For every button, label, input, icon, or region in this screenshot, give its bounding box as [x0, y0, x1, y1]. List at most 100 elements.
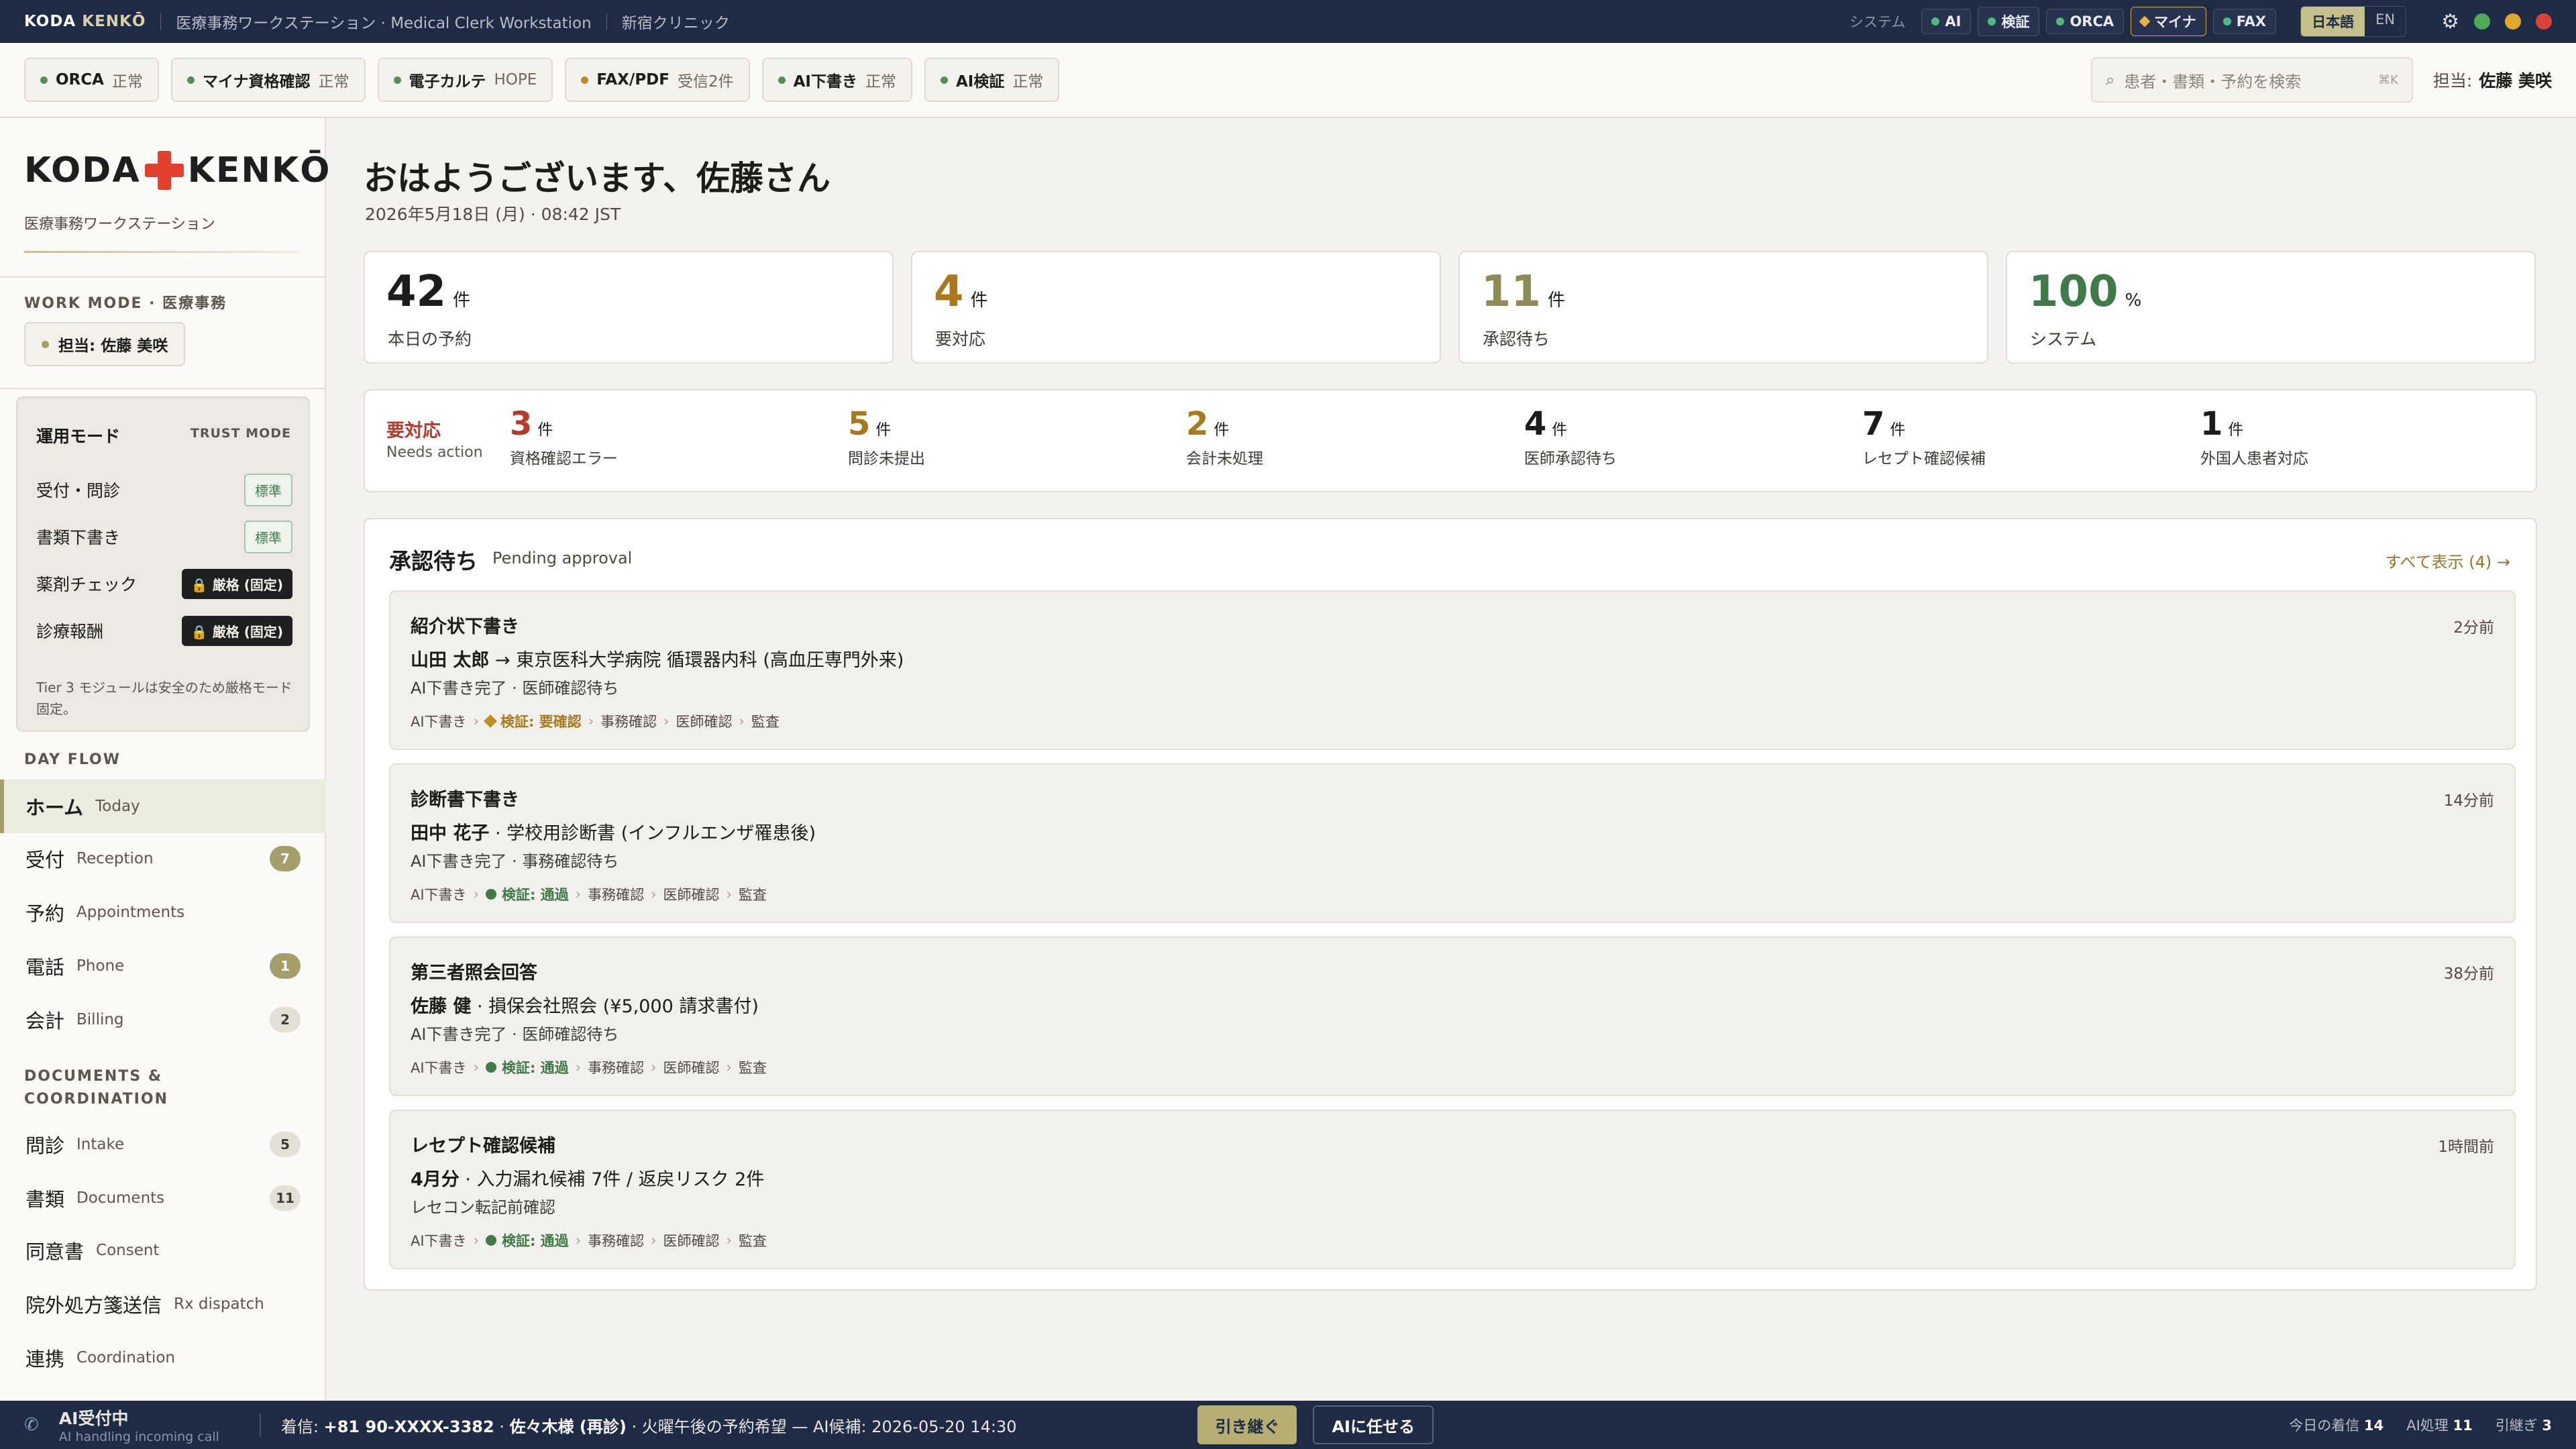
status-dot-icon — [581, 76, 589, 84]
logo: KODA KENKŌ — [24, 150, 331, 191]
divider — [606, 13, 607, 30]
count-badge: 11 — [270, 1185, 301, 1211]
status-badge-ai-draft[interactable]: AI下書き 正常 — [761, 58, 912, 102]
app-subtitle: 医療事務ワークステーション · Medical Clerk Workstatio… — [176, 15, 592, 32]
main-content: おはようございます、佐藤さん 2026年5月18日 (月) · 08:42 JS… — [326, 118, 2576, 1401]
kpi-card-pending[interactable]: 11 件承認待ち — [1458, 251, 1988, 364]
timestamp: 2分前 — [2453, 619, 2494, 637]
needs-action-subtitle: Needs action — [386, 444, 483, 461]
trust-row: 診療報酬 🔒 厳格 (固定) — [36, 612, 292, 649]
approval-card[interactable]: 第三者照会回答 38分前 佐藤 健 · 損保会社照会 (¥5,000 請求書付)… — [389, 936, 2516, 1096]
status-badge-ai-verify[interactable]: AI検証 正常 — [924, 58, 1060, 102]
trust-mode-title: 運用モード — [36, 427, 121, 446]
window-close-button[interactable] — [2536, 13, 2552, 30]
status-badge-emr[interactable]: 電子カルテ HOPE — [377, 58, 553, 102]
nav-item-phone[interactable]: 電話 Phone 1 — [0, 939, 326, 993]
status-dot-icon — [1988, 17, 1996, 25]
approval-card[interactable]: 診断書下書き 14分前 田中 花子 · 学校用診断書 (インフルエンザ罹患後) … — [389, 763, 2516, 923]
nav-item-reception[interactable]: 受付 Reception 7 — [0, 832, 326, 885]
gear-icon[interactable]: ⚙ — [2441, 10, 2459, 34]
system-pill-ai[interactable]: AI — [1921, 9, 1972, 34]
window-minimize-button[interactable] — [2505, 13, 2521, 30]
mode-toggle[interactable]: 標準 — [244, 473, 292, 506]
status-badge-fax[interactable]: FAX/PDF 受信2件 — [565, 58, 750, 102]
needs-action-panel: 要対応 Needs action 3 件資格確認エラー 5 件問診未提出 2 件会計未… — [364, 389, 2537, 492]
action-item[interactable]: 2 件会計未処理 — [1186, 405, 1263, 468]
check-pass-icon — [485, 889, 496, 900]
status-dot-icon — [2056, 17, 2065, 25]
nav-item-billing[interactable]: 会計 Billing 2 — [0, 993, 326, 1046]
nav-item-home[interactable]: ホーム Today — [0, 780, 326, 833]
trust-row: 薬剤チェック 🔒 厳格 (固定) — [36, 566, 292, 602]
clinic-name: 新宿クリニック — [621, 15, 730, 32]
status-dot-icon — [777, 76, 786, 84]
nav-item-rx-dispatch[interactable]: 院外処方箋送信 Rx dispatch — [0, 1277, 326, 1331]
workflow-steps: AI下書き › 検証: 通過 › 事務確認 › 医師確認 › 監査 — [411, 886, 767, 903]
status-dot-icon — [40, 76, 48, 84]
count-badge: 5 — [270, 1132, 301, 1157]
system-pill-myna[interactable]: マイナ — [2131, 7, 2206, 36]
check-pass-icon — [485, 1235, 496, 1246]
kpi-card-system[interactable]: 100% システム — [2006, 251, 2536, 364]
nav-item-documents[interactable]: 書類 Documents 11 — [0, 1171, 326, 1225]
trust-row: 書類下書き 標準 — [36, 519, 292, 555]
take-over-button[interactable]: 引き継ぐ — [1197, 1405, 1297, 1444]
timestamp: 14分前 — [2443, 792, 2494, 810]
shortcut-hint: ⌘K — [2378, 72, 2398, 87]
kpi-card-appointments[interactable]: 42 件本日の予約 — [364, 251, 894, 364]
divider — [0, 276, 326, 278]
view-all-link[interactable]: すべて表示 (4) → — [2385, 549, 2510, 572]
system-pill-fax[interactable]: FAX — [2212, 9, 2277, 34]
current-date: 2026年5月18日 (月) · 08:42 JST — [365, 205, 621, 224]
approval-card[interactable]: レセプト確認候補 1時間前 4月分 · 入力漏れ候補 7件 / 返戻リスク 2件… — [389, 1110, 2516, 1269]
mode-locked-badge: 🔒 厳格 (固定) — [181, 568, 292, 599]
action-item[interactable]: 4 件医師承認待ち — [1524, 405, 1617, 468]
warning-diamond-icon — [2139, 15, 2151, 28]
timestamp: 38分前 — [2443, 965, 2494, 983]
system-pill-verify[interactable]: 検証 — [1978, 7, 2040, 36]
owner-chip[interactable]: 担当: 佐藤 美咲 — [24, 322, 186, 366]
lang-ja-button[interactable]: 日本語 — [2301, 7, 2365, 36]
pending-approval-panel: 承認待ち Pending approval すべて表示 (4) → 紹介状下書き… — [364, 518, 2537, 1291]
workflow-steps: AI下書き › 検証: 通過 › 事務確認 › 医師確認 › 監査 — [411, 1232, 767, 1249]
action-item[interactable]: 1 件外国人患者対応 — [2200, 405, 2308, 468]
sidebar: KODA KENKŌ 医療事務ワークステーション WORK MODE · 医療事務… — [0, 118, 329, 1401]
ai-call-status: AI受付中 AI handling incoming call — [58, 1409, 219, 1444]
nav-item-intake[interactable]: 問診 Intake 5 — [0, 1118, 326, 1171]
medical-cross-icon — [144, 151, 184, 190]
nav-item-consent[interactable]: 同意書 Consent — [0, 1224, 326, 1277]
divider — [0, 388, 326, 389]
system-pill-orca[interactable]: ORCA — [2046, 9, 2125, 34]
lang-en-button[interactable]: EN — [2365, 7, 2406, 36]
approval-card[interactable]: 紹介状下書き 2分前 山田 太郎 → 東京医科大学病院 循環器内科 (高血圧専門… — [389, 590, 2516, 750]
window-maximize-button[interactable] — [2474, 13, 2490, 30]
status-dot-icon — [940, 76, 948, 84]
mode-locked-badge: 🔒 厳格 (固定) — [181, 615, 292, 646]
workflow-steps: AI下書き › 検証: 通過 › 事務確認 › 医師確認 › 監査 — [411, 1059, 767, 1076]
nav-item-appointments[interactable]: 予約 Appointments — [0, 885, 326, 939]
action-item[interactable]: 5 件問診未提出 — [848, 405, 925, 468]
status-dot-icon — [2222, 17, 2231, 25]
trust-row: 受付・問診 標準 — [36, 472, 292, 508]
nav-item-coordination[interactable]: 連携 Coordination — [0, 1331, 326, 1385]
kpi-card-needs-action[interactable]: 4 件要対応 — [911, 251, 1441, 364]
status-dot-icon — [186, 76, 195, 84]
trust-mode-panel: 運用モード TRUST MODE 受付・問診 標準 書類下書き 標準 薬剤チェック 🔒… — [16, 396, 310, 732]
mode-toggle[interactable]: 標準 — [244, 520, 292, 553]
page-title: おはようございます、佐藤さん — [364, 159, 830, 198]
incoming-call-info: 着信: +81 90-XXXX-3382 · 佐々木様 (再診) · 火曜午後の… — [259, 1413, 1016, 1437]
delegate-ai-button[interactable]: AIに任せる — [1313, 1405, 1434, 1444]
trust-mode-tag: TRUST MODE — [190, 426, 291, 441]
title-bar: KODA KENKŌ 医療事務ワークステーション · Medical Clerk… — [0, 0, 2576, 43]
status-badge-myna[interactable]: マイナ資格確認 正常 — [170, 58, 366, 102]
action-item[interactable]: 3 件資格確認エラー — [510, 405, 618, 468]
current-owner: 担当: 佐藤 美咲 — [2432, 71, 2552, 91]
app-brand: KODA KENKŌ — [24, 13, 146, 30]
status-badge-orca[interactable]: ORCA 正常 — [24, 58, 159, 102]
work-mode-title: WORK MODE · 医療事務 — [24, 295, 227, 312]
action-item[interactable]: 7 件レセプト確認候補 — [1862, 405, 1986, 468]
search-input[interactable]: ⌕ 患者・書類・予約を検索 ⌘K — [2090, 57, 2413, 103]
approval-subtitle: Pending approval — [492, 549, 633, 568]
day-flow-title: DAY FLOW — [24, 751, 121, 768]
status-dot-icon — [393, 76, 401, 84]
